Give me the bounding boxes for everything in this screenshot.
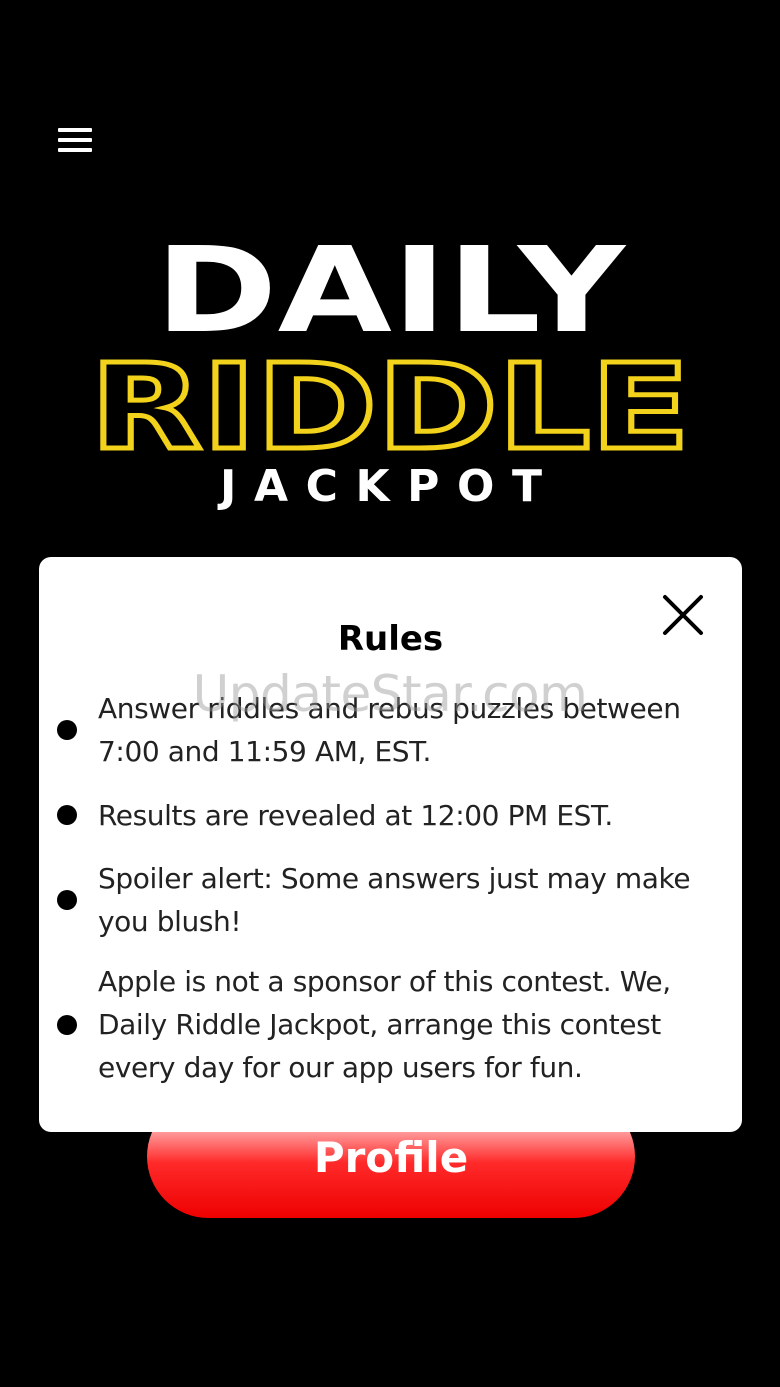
rule-text: Results are revealed at 12:00 PM EST.: [98, 798, 613, 832]
rule-item: Answer riddles and rebus puzzles between…: [57, 687, 717, 773]
rule-text: Apple is not a sponsor of this contest. …: [98, 965, 671, 1084]
logo-line-jackpot: JACKPOT: [217, 461, 564, 512]
bullet-icon: [57, 720, 77, 740]
rule-item: Apple is not a sponsor of this contest. …: [57, 960, 717, 1089]
hamburger-menu-icon[interactable]: [58, 128, 92, 152]
profile-button-label: Profile: [313, 1133, 469, 1182]
bullet-icon: [57, 890, 77, 910]
app-logo: DAILY RIDDLE JACKPOT: [0, 225, 780, 515]
rules-list: Answer riddles and rebus puzzles between…: [57, 687, 717, 1106]
bullet-icon: [57, 1014, 77, 1035]
rules-dialog: Rules Answer riddles and rebus puzzles b…: [39, 557, 742, 1132]
rule-text: Spoiler alert: Some answers just may mak…: [98, 862, 691, 938]
rule-item: Results are revealed at 12:00 PM EST.: [57, 790, 717, 840]
logo-line-riddle: RIDDLE: [90, 338, 690, 476]
bullet-icon: [57, 805, 77, 825]
rules-title: Rules: [337, 619, 444, 659]
rule-text: Answer riddles and rebus puzzles between…: [98, 692, 681, 768]
rule-item: Spoiler alert: Some answers just may mak…: [57, 857, 717, 943]
